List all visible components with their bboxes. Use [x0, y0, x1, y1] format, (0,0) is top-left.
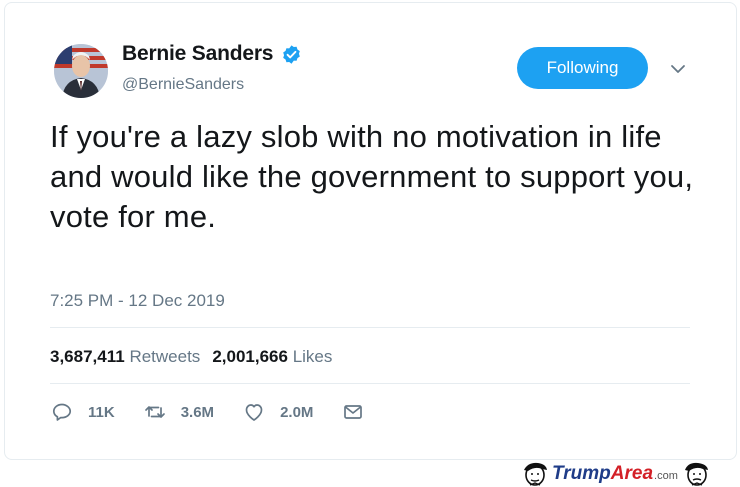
retweets-count: 3,687,411: [50, 347, 125, 366]
author-name-row: Bernie Sanders: [122, 42, 302, 66]
watermark-brand: Trump Area .com: [552, 463, 678, 485]
divider: [50, 383, 690, 384]
likes-stat[interactable]: 2,001,666 Likes: [212, 347, 332, 367]
avatar[interactable]: [54, 44, 108, 98]
divider: [50, 327, 690, 328]
share-mail-icon: [344, 405, 363, 419]
display-name[interactable]: Bernie Sanders: [122, 42, 273, 66]
watermark-brand-part1: Trump: [552, 462, 611, 484]
reply-button[interactable]: 11K: [50, 400, 115, 424]
retweets-label: Retweets: [129, 347, 201, 366]
likes-label: Likes: [292, 347, 333, 366]
retweets-stat[interactable]: 3,687,411 Retweets: [50, 347, 200, 367]
watermark: Trump Area .com: [520, 460, 738, 487]
share-button[interactable]: [341, 400, 365, 424]
tweet-actions: 11K 3.6M 2.0M: [50, 400, 393, 424]
chevron-down-icon[interactable]: [669, 62, 687, 76]
user-handle[interactable]: @BernieSanders: [122, 76, 244, 94]
retweet-icon: [144, 406, 165, 418]
likes-count: 2,001,666: [212, 347, 288, 366]
watermark-brand-suffix: .com: [654, 469, 678, 482]
like-count: 2.0M: [280, 403, 314, 421]
trump-face-logo-icon: [684, 462, 708, 486]
engagement-stats: 3,687,411 Retweets 2,001,666 Likes: [50, 347, 332, 367]
like-button[interactable]: 2.0M: [242, 400, 313, 424]
retweet-count: 3.6M: [180, 403, 215, 421]
tweet-timestamp[interactable]: 7:25 PM - 12 Dec 2019: [50, 291, 225, 311]
reply-count: 11K: [88, 403, 115, 421]
following-button[interactable]: Following: [517, 47, 648, 89]
like-icon: [245, 404, 263, 421]
trump-face-logo-icon: [524, 462, 547, 486]
watermark-brand-part2: Area: [610, 462, 654, 484]
retweet-button[interactable]: 3.6M: [143, 400, 214, 424]
reply-icon: [52, 403, 72, 421]
tweet-text: If you're a lazy slob with no motivation…: [50, 119, 694, 234]
verified-badge-icon: [281, 44, 302, 65]
